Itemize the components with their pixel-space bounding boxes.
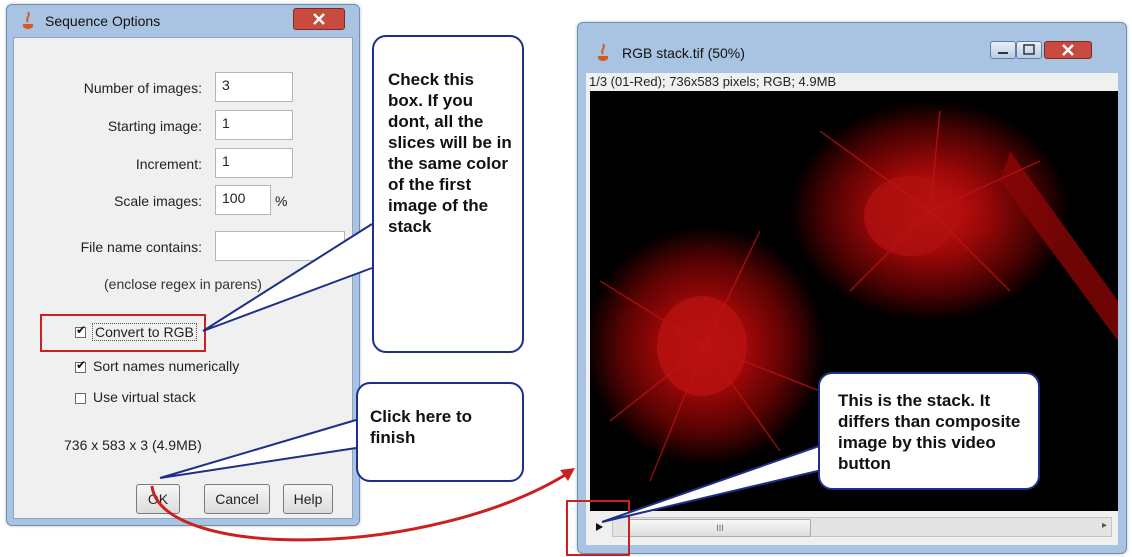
- stack-callout: This is the stack. It differs than compo…: [818, 372, 1040, 490]
- checkbox-callout-text: Check this box. If you dont, all the sli…: [388, 70, 512, 236]
- stack-callout-text: This is the stack. It differs than compo…: [838, 391, 1021, 473]
- finish-callout: Click here to finish: [356, 382, 524, 482]
- finish-callout-text: Click here to finish: [370, 407, 473, 447]
- checkbox-callout: Check this box. If you dont, all the sli…: [372, 35, 524, 353]
